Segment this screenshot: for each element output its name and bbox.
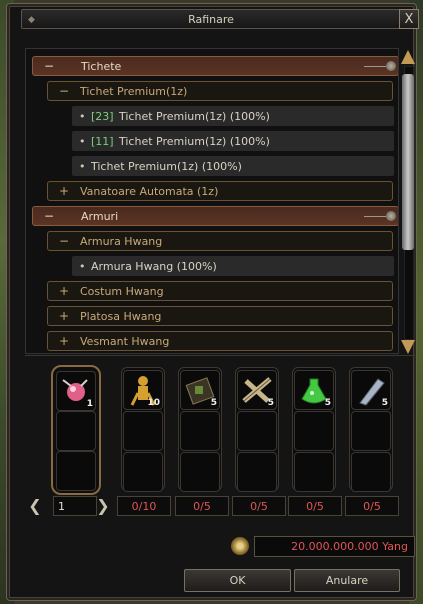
tree-label: Platosa Hwang <box>80 310 162 323</box>
category-orb-icon <box>386 61 396 71</box>
tree-item[interactable]: • [23] Tichet Premium(1z) (100%) <box>72 106 394 126</box>
prev-page-button[interactable]: ❮ <box>27 498 43 514</box>
material-column: 5 <box>349 367 393 492</box>
material-slot-empty[interactable] <box>180 452 220 492</box>
yang-coin-icon <box>231 537 249 555</box>
material-slot[interactable]: 5 <box>237 370 277 410</box>
collapse-icon[interactable]: − <box>57 234 71 248</box>
recipe-tree: − Tichete − Tichet Premium(1z) • [23] Tichet P… <box>25 48 399 354</box>
material-slot-empty[interactable] <box>351 452 391 492</box>
main-item-slot-empty[interactable] <box>56 411 96 451</box>
next-page-button[interactable]: ❯ <box>95 498 111 514</box>
scroll-up-arrow-icon[interactable] <box>401 50 415 64</box>
material-slot-empty[interactable] <box>237 452 277 492</box>
category-line <box>364 216 386 217</box>
bullet-icon: • <box>79 135 86 148</box>
close-button[interactable]: X <box>399 9 419 29</box>
refine-window: ◆ Rafinare X − Tichete − Tichet Premium(1z)… <box>6 3 419 601</box>
tree-subcategory[interactable]: − Tichet Premium(1z) <box>47 81 393 101</box>
bullet-icon: • <box>79 160 86 173</box>
tree-label: Armura Hwang <box>80 235 163 248</box>
tree-label: Vanatoare Automata (1z) <box>80 185 219 198</box>
material-slot-empty[interactable] <box>294 452 334 492</box>
main-item-slot-empty[interactable] <box>56 451 96 491</box>
expand-icon[interactable]: + <box>57 284 71 298</box>
tree-label: Tichet Premium(1z) <box>80 85 188 98</box>
material-counter: 0/5 <box>232 496 286 516</box>
main-item-column: 1 <box>51 365 101 495</box>
tree-item-label: Tichet Premium(1z) (100%) <box>119 110 270 123</box>
collapse-icon[interactable]: − <box>42 59 56 73</box>
material-qty: 5 <box>210 398 217 408</box>
tree-item-count: [11] <box>91 135 114 148</box>
material-slot-empty[interactable] <box>351 411 391 451</box>
tree-category[interactable]: − Armuri <box>32 206 398 226</box>
material-slot-empty[interactable] <box>123 452 163 492</box>
material-qty: 5 <box>381 398 388 408</box>
material-counter: 0/10 <box>117 496 171 516</box>
ok-button[interactable]: OK <box>184 569 291 592</box>
tree-item[interactable]: • Tichet Premium(1z) (100%) <box>72 156 394 176</box>
material-slot-empty[interactable] <box>294 411 334 451</box>
tree-scrollbar[interactable] <box>400 48 416 356</box>
material-counter: 0/5 <box>175 496 229 516</box>
material-column: 10 <box>121 367 165 492</box>
scroll-thumb[interactable] <box>402 74 414 250</box>
tree-label: Armuri <box>81 210 119 223</box>
material-column: 5 <box>235 367 279 492</box>
window-title: Rafinare <box>188 13 234 26</box>
tree-category[interactable]: − Tichete <box>32 56 398 76</box>
material-slot[interactable]: 5 <box>351 370 391 410</box>
collapse-icon[interactable]: − <box>42 209 56 223</box>
material-column: 5 <box>178 367 222 492</box>
collapse-icon[interactable]: − <box>57 84 71 98</box>
material-slot[interactable]: 10 <box>123 370 163 410</box>
material-slot-empty[interactable] <box>180 411 220 451</box>
main-item-slot[interactable]: 1 <box>56 371 96 411</box>
tree-item-count: [23] <box>91 110 114 123</box>
tree-subcategory[interactable]: + Costum Hwang <box>47 281 393 301</box>
yang-amount: 20.000.000.000 Yang <box>254 536 415 557</box>
material-slot[interactable]: 5 <box>294 370 334 410</box>
material-column: 5 <box>292 367 336 492</box>
bullet-icon: • <box>79 260 86 273</box>
expand-icon[interactable]: + <box>57 184 71 198</box>
tree-label: Vesmant Hwang <box>80 335 170 348</box>
bullet-icon: • <box>79 110 86 123</box>
title-bar[interactable]: ◆ Rafinare <box>21 9 401 29</box>
material-qty: 10 <box>147 398 160 408</box>
tree-label: Costum Hwang <box>80 285 164 298</box>
category-line <box>364 66 386 67</box>
expand-icon[interactable]: + <box>57 309 71 323</box>
material-qty: 5 <box>324 398 331 408</box>
tree-subcategory[interactable]: + Platosa Hwang <box>47 306 393 326</box>
cancel-button[interactable]: Anulare <box>294 569 400 592</box>
tree-item[interactable]: • Armura Hwang (100%) <box>72 256 394 276</box>
material-slot-empty[interactable] <box>237 411 277 451</box>
tree-label: Tichete <box>81 60 122 73</box>
material-slot[interactable]: 5 <box>180 370 220 410</box>
main-item-qty: 1 <box>86 399 93 409</box>
page-number-input[interactable]: 1 <box>53 496 97 516</box>
expand-icon[interactable]: + <box>57 334 71 348</box>
material-counter: 0/5 <box>288 496 342 516</box>
tree-item-label: Armura Hwang (100%) <box>91 260 217 273</box>
material-counter: 0/5 <box>345 496 399 516</box>
tree-item-label: Tichet Premium(1z) (100%) <box>91 160 242 173</box>
tree-subcategory[interactable]: − Armura Hwang <box>47 231 393 251</box>
tree-subcategory[interactable]: + Vesmant Hwang <box>47 331 393 351</box>
category-orb-icon <box>386 211 396 221</box>
scroll-down-arrow-icon[interactable] <box>401 340 415 354</box>
tree-item[interactable]: • [11] Tichet Premium(1z) (100%) <box>72 131 394 151</box>
material-slot-empty[interactable] <box>123 411 163 451</box>
section-divider <box>25 355 415 356</box>
tree-item-label: Tichet Premium(1z) (100%) <box>119 135 270 148</box>
material-qty: 5 <box>267 398 274 408</box>
tree-subcategory[interactable]: + Vanatoare Automata (1z) <box>47 181 393 201</box>
